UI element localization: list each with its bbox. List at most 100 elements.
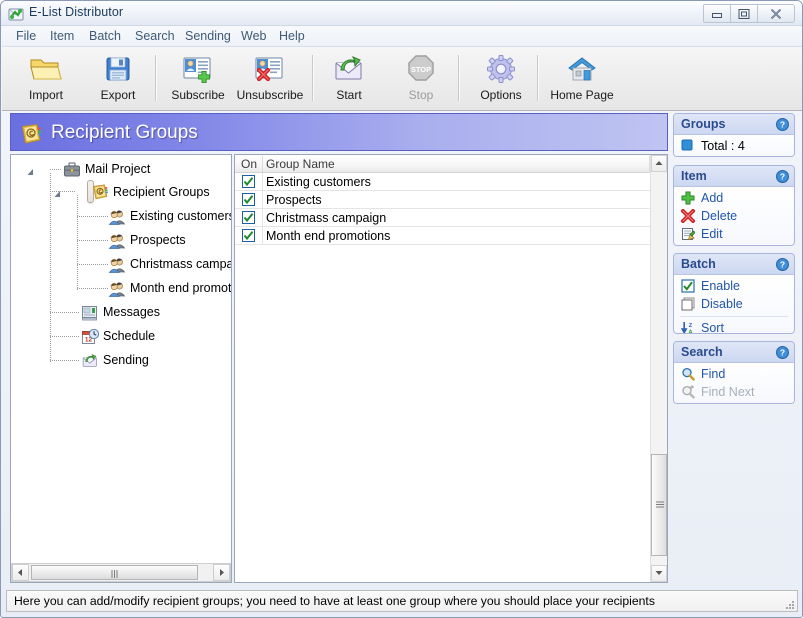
help-icon[interactable]: ? xyxy=(776,170,789,183)
tree-line xyxy=(77,216,108,217)
window-title: E-List Distributor xyxy=(29,5,124,19)
application-window: E-List Distributor File Item Batch Searc… xyxy=(0,0,803,618)
row-checkbox[interactable] xyxy=(242,175,255,188)
svg-text:A: A xyxy=(688,329,692,334)
tree-node-label: Existing customers xyxy=(130,209,232,223)
svg-text:Z: Z xyxy=(689,323,693,329)
home-page-button[interactable]: Home Page xyxy=(545,51,619,107)
group-name-cell: Christmass campaign xyxy=(266,211,387,225)
users-icon xyxy=(108,280,126,298)
menu-file[interactable]: File xyxy=(14,29,38,43)
page-title: Recipient Groups xyxy=(51,122,198,143)
import-button[interactable]: Import xyxy=(15,51,77,107)
batch-sort-label: Sort xyxy=(701,321,724,334)
row-checkbox[interactable] xyxy=(242,211,255,224)
column-header-on[interactable]: On xyxy=(241,157,257,171)
groups-list-view[interactable]: On Group Name Existing customers Prospec… xyxy=(234,154,668,583)
page-header-banner: Recipient Groups xyxy=(10,113,668,151)
arrow-left-icon[interactable] xyxy=(12,564,29,581)
table-row[interactable]: Christmass campaign xyxy=(235,209,650,227)
panel-body: Add Delete Edit xyxy=(674,187,794,245)
tree-node-label: Recipient Groups xyxy=(113,185,210,199)
options-button[interactable]: Options xyxy=(468,51,534,107)
arrow-up-icon[interactable] xyxy=(651,155,667,172)
table-row[interactable]: Existing customers xyxy=(235,173,650,191)
briefcase-icon xyxy=(63,161,81,179)
minimize-button[interactable] xyxy=(703,4,731,23)
table-row[interactable]: Month end promotions xyxy=(235,227,650,245)
tree-node-label: Christmass campaign xyxy=(130,257,231,271)
toolbar: Import Export Subscribe Unsubscribe Star… xyxy=(2,47,802,126)
tree-node-label: Messages xyxy=(103,305,160,319)
panel-body: Enable Disable Z A Sort xyxy=(674,275,794,333)
users-icon xyxy=(108,208,126,226)
find-next-label: Find Next xyxy=(701,385,755,399)
toolbar-separator xyxy=(458,55,460,101)
project-tree[interactable]: Mail Project Recipient Groups Existing c… xyxy=(10,154,232,583)
panel-divider xyxy=(680,316,788,317)
menu-item[interactable]: Item xyxy=(48,29,76,43)
row-checkbox[interactable] xyxy=(242,193,255,206)
batch-enable-label: Enable xyxy=(701,279,740,293)
scroll-thumb[interactable] xyxy=(651,454,667,556)
help-icon[interactable]: ? xyxy=(776,118,789,131)
export-button[interactable]: Export xyxy=(87,51,149,107)
tree-horizontal-scrollbar[interactable] xyxy=(11,563,231,582)
panel-header: Item ? xyxy=(674,166,794,187)
menu-search[interactable]: Search xyxy=(133,29,177,43)
column-divider[interactable] xyxy=(262,156,263,172)
toolbar-separator xyxy=(537,55,539,101)
batch-disable-label: Disable xyxy=(701,297,743,311)
start-button[interactable]: Start xyxy=(322,51,376,107)
menu-batch[interactable]: Batch xyxy=(87,29,123,43)
menu-sending[interactable]: Sending xyxy=(183,29,233,43)
checkbox-empty-icon xyxy=(681,297,696,312)
panel-title: Batch xyxy=(681,257,716,271)
maximize-button[interactable] xyxy=(730,4,758,23)
delete-icon xyxy=(681,209,696,224)
subscribe-label: Subscribe xyxy=(171,88,225,102)
groups-total-label: Total : 4 xyxy=(701,139,745,153)
menu-help[interactable]: Help xyxy=(277,29,307,43)
tree-expander-mail-project[interactable] xyxy=(26,165,35,175)
scroll-thumb[interactable] xyxy=(31,565,198,580)
panel-header: Search ? xyxy=(674,342,794,363)
stop-sign-icon: STOP xyxy=(394,53,448,87)
tree-node-recipient-groups[interactable]: Recipient Groups xyxy=(87,180,210,203)
stop-button[interactable]: STOP Stop xyxy=(394,51,448,107)
toolbar-separator xyxy=(155,55,157,101)
arrow-down-icon[interactable] xyxy=(651,565,667,582)
app-icon xyxy=(8,6,24,22)
card-add-icon xyxy=(162,53,234,87)
cell-divider xyxy=(262,209,263,226)
panel-item: Item ? Add Delete Edit xyxy=(673,165,795,246)
blue-square-icon xyxy=(681,139,696,154)
table-row[interactable]: Prospects xyxy=(235,191,650,209)
list-vertical-scrollbar[interactable] xyxy=(650,155,667,582)
tree-line xyxy=(50,360,80,361)
panel-title: Item xyxy=(681,169,707,183)
tree-node-label: Mail Project xyxy=(85,162,151,176)
panel-title: Search xyxy=(681,345,723,359)
column-header-group-name[interactable]: Group Name xyxy=(266,157,335,171)
start-label: Start xyxy=(336,88,362,102)
close-button[interactable] xyxy=(757,4,795,23)
arrow-right-icon[interactable] xyxy=(213,564,230,581)
options-label: Options xyxy=(480,88,522,102)
tree-expander-recipient-groups[interactable] xyxy=(53,187,62,197)
add-item-label: Add xyxy=(701,191,724,205)
row-checkbox[interactable] xyxy=(242,229,255,242)
svg-text:STOP: STOP xyxy=(411,65,431,74)
resize-grip-icon[interactable] xyxy=(783,598,795,610)
subscribe-button[interactable]: Subscribe xyxy=(162,51,234,107)
svg-text:?: ? xyxy=(780,348,785,358)
menu-web[interactable]: Web xyxy=(239,29,268,43)
gear-icon xyxy=(468,53,534,87)
tree-line xyxy=(77,195,78,291)
messages-icon xyxy=(81,304,99,322)
panel-header: Groups ? xyxy=(674,114,794,135)
help-icon[interactable]: ? xyxy=(776,258,789,271)
calendar-icon: 12 xyxy=(81,328,100,346)
unsubscribe-button[interactable]: Unsubscribe xyxy=(230,51,310,107)
help-icon[interactable]: ? xyxy=(776,346,789,359)
